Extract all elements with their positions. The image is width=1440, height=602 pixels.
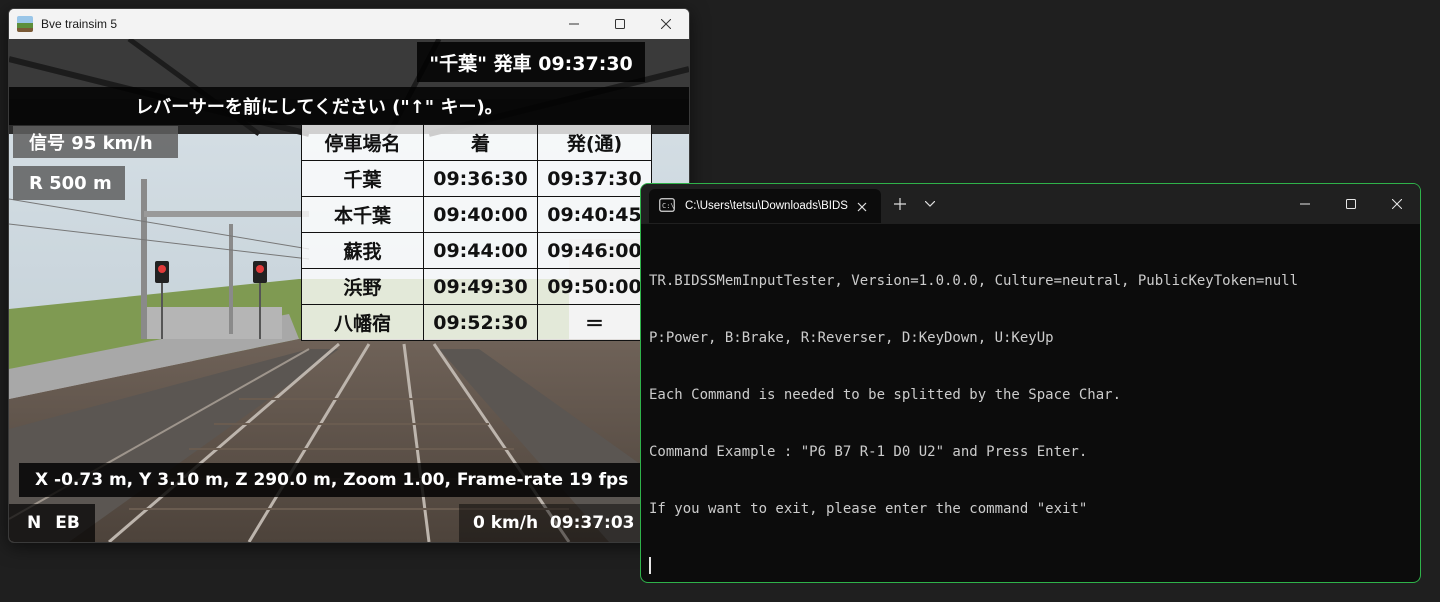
terminal-window: C:\ C:\Users\tetsu\Downloads\BIDS TR.BID… (640, 183, 1421, 583)
minimize-icon (1300, 203, 1310, 205)
table-row: 本千葉 09:40:00 09:40:45 (301, 196, 652, 233)
handle-status: N EB (9, 504, 95, 542)
timetable-header-station: 停車場名 (301, 124, 424, 161)
bve-window: Bve trainsim 5 "千葉" 発車 09:37:30 レバーサーを前に… (8, 8, 690, 543)
new-tab-button[interactable] (885, 189, 915, 219)
tab-close-button[interactable] (857, 197, 867, 216)
timetable-arrival: 09:52:30 (423, 304, 538, 341)
timetable-arrival: 09:40:00 (423, 196, 538, 233)
instruction-text: レバーサーを前にしてください ("↑" キー)。 (135, 97, 503, 118)
camera-info-bar: X -0.73 m, Y 3.10 m, Z 290.0 m, Zoom 1.0… (19, 463, 689, 497)
terminal-prompt-line[interactable] (649, 557, 1412, 577)
terminal-tab-title: C:\Users\tetsu\Downloads\BIDS (685, 200, 848, 212)
bve-window-title: Bve trainsim 5 (41, 17, 118, 31)
terminal-line: Each Command is needed to be splitted by… (649, 387, 1122, 403)
timetable-station: 蘇我 (301, 232, 424, 269)
timetable-departure: 09:37:30 (537, 160, 652, 197)
terminal-maximize-button[interactable] (1328, 184, 1374, 224)
timetable-departure: 09:50:00 (537, 268, 652, 305)
timetable-station: 浜野 (301, 268, 424, 305)
terminal-line: P:Power, B:Brake, R:Reverser, D:KeyDown,… (649, 330, 1054, 346)
bve-app-icon (17, 16, 33, 32)
terminal-output[interactable]: TR.BIDSSMemInputTester, Version=1.0.0.0,… (649, 234, 1412, 574)
table-row: 浜野 09:49:30 09:50:00 (301, 268, 652, 305)
timetable-header-departure: 発(通) (537, 124, 652, 161)
plus-icon (894, 198, 906, 210)
brake-position: EB (55, 513, 80, 533)
close-icon (661, 19, 671, 29)
close-icon (1392, 199, 1402, 209)
bve-maximize-button[interactable] (597, 9, 643, 39)
departure-text: "千葉" 発車 09:37:30 (429, 52, 633, 75)
signal-speed-badge: 信号 95 km/h (13, 126, 178, 158)
table-row: 千葉 09:36:30 09:37:30 (301, 160, 652, 197)
curve-radius-badge: R 500 m (13, 166, 125, 200)
timetable-station: 八幡宿 (301, 304, 424, 341)
departure-banner: "千葉" 発車 09:37:30 (417, 42, 645, 82)
terminal-close-button[interactable] (1374, 184, 1420, 224)
terminal-line: TR.BIDSSMemInputTester, Version=1.0.0.0,… (649, 273, 1299, 289)
instruction-banner: レバーサーを前にしてください ("↑" キー)。 (9, 87, 689, 125)
curve-radius-text: R 500 m (29, 172, 112, 194)
timetable-header-arrival: 着 (423, 124, 538, 161)
close-icon (857, 202, 867, 211)
bve-titlebar[interactable]: Bve trainsim 5 (9, 9, 689, 39)
terminal-tab[interactable]: C:\ C:\Users\tetsu\Downloads\BIDS (649, 189, 881, 223)
chevron-down-icon (925, 201, 935, 207)
timetable-departure: ＝ (537, 304, 652, 341)
simulator-viewport[interactable]: "千葉" 発車 09:37:30 レバーサーを前にしてください ("↑" キー)… (9, 39, 689, 542)
camera-info-text: X -0.73 m, Y 3.10 m, Z 290.0 m, Zoom 1.0… (35, 470, 629, 490)
timetable-arrival: 09:36:30 (423, 160, 538, 197)
timetable-arrival: 09:44:00 (423, 232, 538, 269)
timetable-arrival: 09:49:30 (423, 268, 538, 305)
terminal-icon: C:\ (659, 197, 675, 216)
terminal-line: Command Example : "P6 B7 R-1 D0 U2" and … (649, 444, 1088, 460)
signal-speed-text: 信号 95 km/h (29, 133, 153, 154)
timetable: 停車場名 着 発(通) 千葉 09:36:30 09:37:30 本千葉 09:… (301, 124, 652, 341)
reverser-position: N (27, 513, 42, 533)
maximize-icon (1346, 199, 1356, 209)
text-cursor (649, 557, 651, 574)
bve-minimize-button[interactable] (551, 9, 597, 39)
timetable-departure: 09:40:45 (537, 196, 652, 233)
speed-clock-text: 0 km/h 09:37:03 (473, 513, 635, 533)
terminal-titlebar[interactable]: C:\ C:\Users\tetsu\Downloads\BIDS (641, 184, 1420, 224)
svg-text:C:\: C:\ (662, 202, 675, 210)
timetable-station: 本千葉 (301, 196, 424, 233)
terminal-line: If you want to exit, please enter the co… (649, 501, 1088, 517)
profile-dropdown-button[interactable] (915, 189, 945, 219)
minimize-icon (569, 23, 579, 25)
bve-close-button[interactable] (643, 9, 689, 39)
terminal-minimize-button[interactable] (1282, 184, 1328, 224)
timetable-station: 千葉 (301, 160, 424, 197)
timetable-departure: 09:46:00 (537, 232, 652, 269)
timetable-header-row: 停車場名 着 発(通) (301, 124, 652, 161)
table-row: 八幡宿 09:52:30 ＝ (301, 304, 652, 341)
maximize-icon (615, 19, 625, 29)
table-row: 蘇我 09:44:00 09:46:00 (301, 232, 652, 269)
